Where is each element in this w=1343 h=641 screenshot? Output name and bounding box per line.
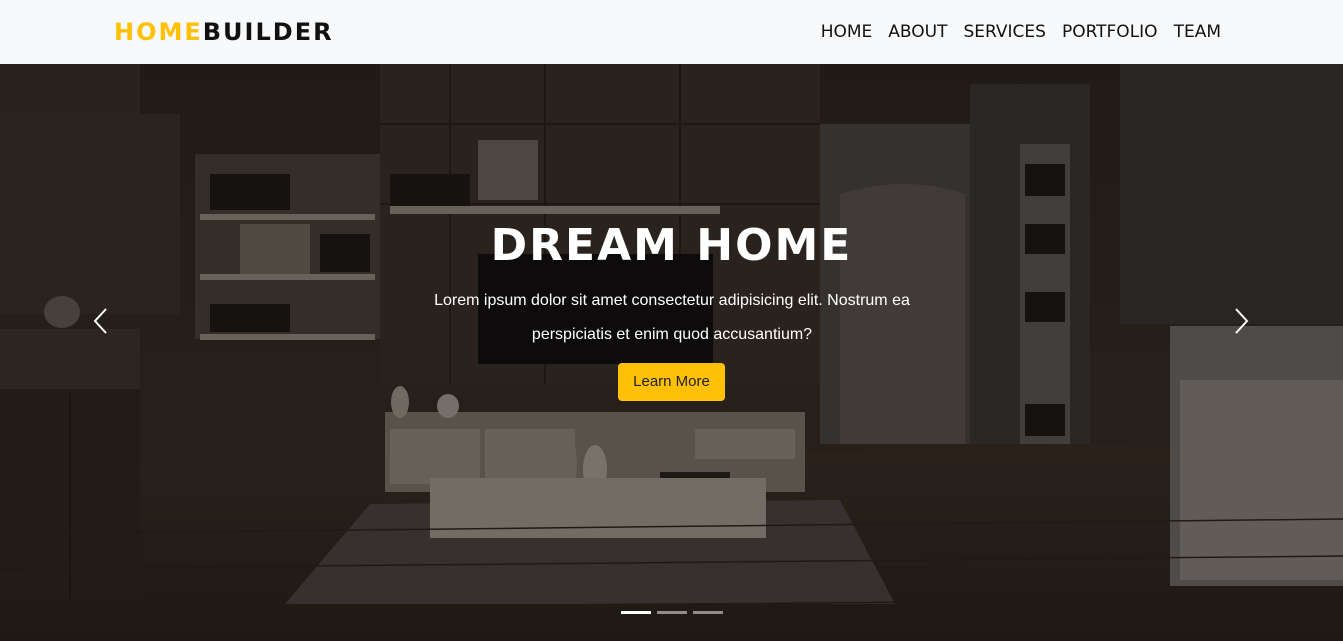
chevron-right-icon — [1235, 308, 1249, 334]
hero-description: Lorem ipsum dolor sit amet consectetur a… — [434, 292, 910, 343]
nav-item-team[interactable]: TEAM — [1174, 20, 1221, 44]
chevron-left-icon — [93, 308, 107, 334]
carousel-prev-control[interactable] — [82, 304, 122, 338]
hero-title: DREAM HOME — [490, 220, 853, 271]
hero-carousel: DREAM HOME Lorem ipsum dolor sit amet co… — [0, 64, 1343, 641]
nav-item-portfolio[interactable]: PORTFOLIO — [1062, 20, 1158, 44]
carousel-next-control[interactable] — [1222, 304, 1262, 338]
carousel-indicator-2[interactable] — [657, 611, 687, 614]
nav-menu: HOME ABOUT SERVICES PORTFOLIO TEAM — [821, 20, 1221, 44]
carousel-indicator-3[interactable] — [693, 611, 723, 614]
carousel-indicator-1[interactable] — [621, 611, 651, 614]
nav-item-home[interactable]: HOME — [821, 20, 873, 44]
nav-item-services[interactable]: SERVICES — [963, 20, 1045, 44]
navbar: HOMEBUILDER HOME ABOUT SERVICES PORTFOLI… — [0, 0, 1343, 64]
learn-more-button[interactable]: Learn More — [618, 363, 725, 401]
brand-part-home: HOME — [114, 18, 203, 46]
brand-logo[interactable]: HOMEBUILDER — [114, 18, 334, 46]
hero-background-image — [0, 64, 1343, 641]
brand-part-builder: BUILDER — [202, 18, 334, 46]
nav-item-about[interactable]: ABOUT — [888, 20, 947, 44]
carousel-indicators — [621, 611, 723, 614]
